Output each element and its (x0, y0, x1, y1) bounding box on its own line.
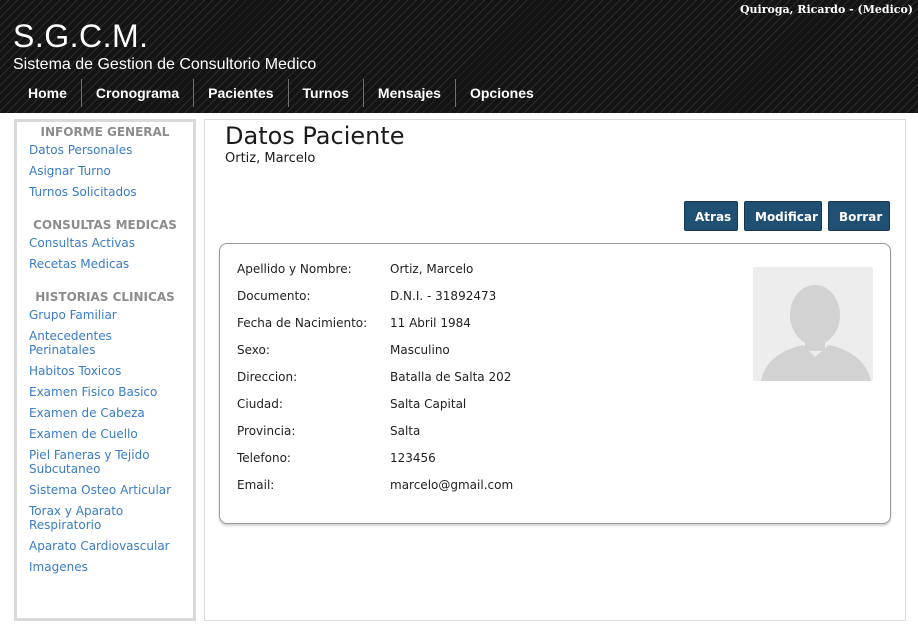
sidebar-link-habitos-toxicos[interactable]: Habitos Toxicos (17, 361, 193, 382)
field-value: Masculino (390, 343, 450, 357)
sidebar-link-sistema-osteo-articular[interactable]: Sistema Osteo Articular (17, 480, 193, 501)
field-value: 123456 (390, 451, 436, 465)
field-label: Direccion: (237, 370, 298, 384)
field-label: Fecha de Nacimiento: (237, 316, 368, 330)
nav-cronograma[interactable]: Cronograma (80, 79, 193, 107)
patient-details-card: Apellido y Nombre: Ortiz, Marcelo Docume… (219, 243, 891, 524)
back-button[interactable]: Atras (684, 201, 738, 231)
sidebar-link-consultas-activas[interactable]: Consultas Activas (17, 233, 193, 254)
field-value: marcelo@gmail.com (390, 478, 514, 492)
patient-name: Ortiz, Marcelo (225, 151, 316, 166)
edit-button[interactable]: Modificar (744, 201, 822, 231)
nav-pacientes[interactable]: Pacientes (193, 79, 287, 107)
app-header: Quiroga, Ricardo - (Medico) S.G.C.M. Sis… (0, 0, 918, 113)
field-value: Batalla de Salta 202 (390, 370, 512, 384)
sidebar-link-aparato-cardiovascular[interactable]: Aparato Cardiovascular (17, 536, 193, 557)
nav-turnos[interactable]: Turnos (287, 79, 363, 107)
sidebar-link-antecedentes-perinatales[interactable]: Antecedentes Perinatales (17, 326, 193, 361)
field-label: Provincia: (237, 424, 296, 438)
sidebar-link-torax-aparato-respiratorio[interactable]: Torax y Aparato Respiratorio (17, 501, 193, 536)
delete-button[interactable]: Borrar (828, 201, 890, 231)
app-subtitle: Sistema de Gestion de Consultorio Medico (13, 56, 317, 73)
sidebar-heading-historias-clinicas: HISTORIAS CLINICAS (35, 290, 175, 304)
logged-user: Quiroga, Ricardo - (Medico) (739, 3, 913, 16)
field-label: Ciudad: (237, 397, 283, 411)
field-value: Salta Capital (390, 397, 467, 411)
field-value: Ortiz, Marcelo (390, 262, 474, 276)
main-nav: Home Cronograma Pacientes Turnos Mensaje… (14, 79, 548, 107)
field-label: Apellido y Nombre: (237, 262, 352, 276)
sidebar-link-turnos-solicitados[interactable]: Turnos Solicitados (17, 182, 193, 203)
main-content: Datos Paciente Ortiz, Marcelo Atras Modi… (204, 119, 906, 621)
sidebar-heading-consultas-medicas: CONSULTAS MEDICAS (33, 218, 177, 232)
field-label: Email: (237, 478, 275, 492)
sidebar-link-datos-personales[interactable]: Datos Personales (17, 140, 193, 161)
field-label: Telefono: (237, 451, 291, 465)
sidebar: INFORME GENERAL Datos Personales Asignar… (14, 119, 196, 621)
app-title: S.G.C.M. (13, 18, 149, 54)
sidebar-link-piel-faneras[interactable]: Piel Faneras y Tejido Subcutaneo (17, 445, 193, 480)
field-value: Salta (390, 424, 421, 438)
sidebar-link-examen-fisico-basico[interactable]: Examen Fisico Basico (17, 382, 193, 403)
avatar-placeholder-icon (753, 267, 873, 381)
sidebar-link-grupo-familiar[interactable]: Grupo Familiar (17, 305, 193, 326)
field-value: D.N.I. - 31892473 (390, 289, 497, 303)
field-value: 11 Abril 1984 (390, 316, 471, 330)
sidebar-heading-informe-general: INFORME GENERAL (40, 125, 170, 139)
sidebar-link-examen-de-cabeza[interactable]: Examen de Cabeza (17, 403, 193, 424)
nav-home[interactable]: Home (14, 79, 81, 107)
nav-opciones[interactable]: Opciones (454, 79, 548, 107)
sidebar-link-recetas-medicas[interactable]: Recetas Medicas (17, 254, 193, 275)
sidebar-link-asignar-turno[interactable]: Asignar Turno (17, 161, 193, 182)
sidebar-link-examen-de-cuello[interactable]: Examen de Cuello (17, 424, 193, 445)
sidebar-link-imagenes[interactable]: Imagenes (17, 557, 193, 578)
page-title: Datos Paciente (225, 122, 405, 150)
nav-mensajes[interactable]: Mensajes (362, 79, 455, 107)
patient-photo (753, 267, 873, 381)
field-label: Sexo: (237, 343, 270, 357)
field-label: Documento: (237, 289, 311, 303)
